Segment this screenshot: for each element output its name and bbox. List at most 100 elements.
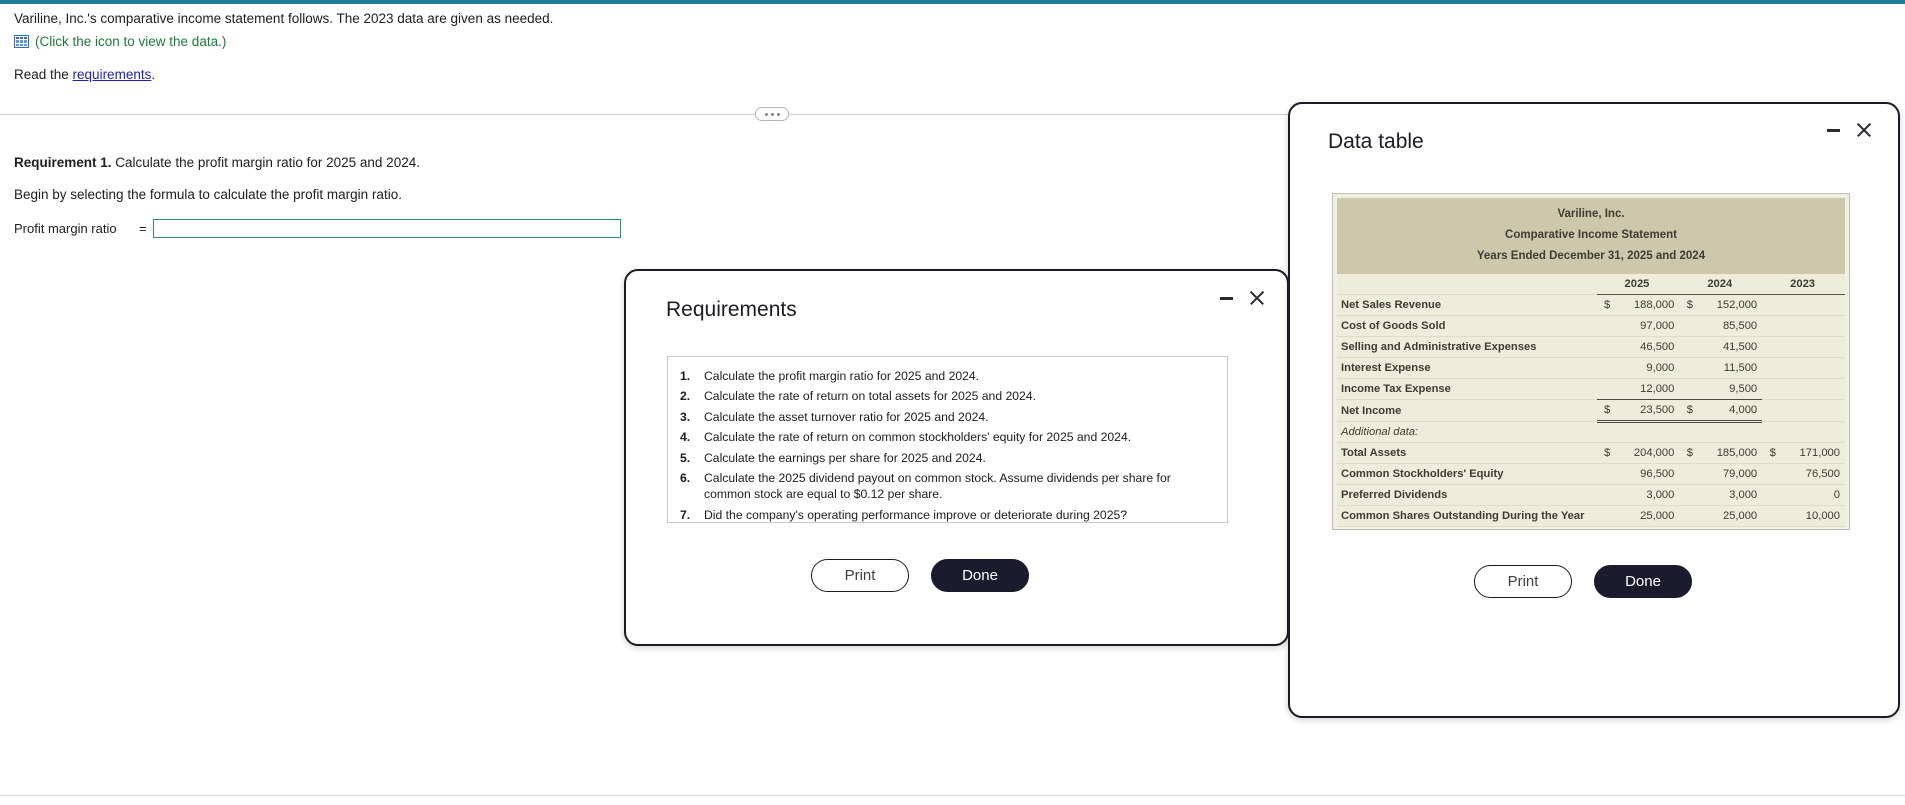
requirement-number-label: Requirement 1.: [14, 155, 112, 170]
close-icon[interactable]: [1855, 121, 1872, 138]
read-suffix-text: .: [151, 67, 156, 82]
value-2024: 9,500: [1695, 378, 1763, 400]
row-label: Additional data:: [1337, 421, 1597, 443]
value-2024: 185,000: [1695, 442, 1763, 464]
done-button[interactable]: Done: [1594, 565, 1692, 598]
currency-2023: [1762, 484, 1778, 506]
currency-2023: [1762, 294, 1778, 316]
list-item: 4. Calculate the rate of return on commo…: [680, 429, 1215, 445]
view-data-hint[interactable]: (Click the icon to view the data.): [35, 34, 226, 49]
problem-intro-text: Variline, Inc.'s comparative income stat…: [14, 11, 554, 26]
data-table-dialog-buttons: Print Done: [1474, 565, 1692, 598]
row-label: Net Income: [1337, 399, 1597, 422]
requirement-index: 7.: [680, 507, 691, 522]
currency-2023: [1762, 357, 1778, 379]
list-item: 1. Calculate the profit margin ratio for…: [680, 368, 1215, 384]
company-name: Variline, Inc.: [1557, 208, 1625, 220]
value-2024: [1695, 421, 1763, 443]
bottom-divider: [0, 795, 1905, 796]
minimize-icon[interactable]: [1219, 290, 1234, 305]
list-item: 3. Calculate the asset turnover ratio fo…: [680, 409, 1215, 425]
table-row: Cost of Goods Sold 97,000 85,500: [1337, 315, 1845, 337]
currency-2024: [1679, 421, 1696, 443]
top-accent-bar: [0, 0, 1905, 4]
value-2025: 204,000: [1612, 442, 1680, 464]
currency-2023: $: [1762, 442, 1778, 464]
currency-2025: [1596, 505, 1613, 527]
value-2025: 96,500: [1612, 463, 1680, 485]
value-2025: 23,500: [1612, 399, 1680, 423]
requirement-text: Calculate the rate of return on common s…: [704, 430, 1132, 445]
close-icon[interactable]: [1248, 289, 1265, 306]
value-2023: 0: [1777, 484, 1845, 506]
currency-2025: [1596, 484, 1613, 506]
table-row: Total Assets $ 204,000 $ 185,000 $ 171,0…: [1337, 442, 1845, 464]
value-2025: 9,000: [1612, 357, 1680, 379]
column-header-2025: 2025: [1596, 274, 1680, 295]
value-2023: [1777, 421, 1845, 443]
requirement-index: 2.: [680, 389, 691, 404]
row-label: Cost of Goods Sold: [1337, 315, 1597, 337]
splitter-drag-handle[interactable]: [755, 107, 789, 121]
data-table-dialog-title: Data table: [1328, 130, 1424, 153]
requirements-dialog-controls: [1219, 289, 1265, 306]
requirement-text: Did the company's operating performance …: [704, 507, 1128, 522]
row-label: Common Stockholders' Equity: [1337, 463, 1597, 485]
data-table-dialog: Data table Variline, Inc. Comparative In…: [1288, 102, 1900, 718]
handle-dot: [776, 112, 780, 116]
table-row: Additional data:: [1337, 421, 1845, 443]
currency-2023: [1762, 399, 1778, 422]
problem-statement: Variline, Inc.'s comparative income stat…: [14, 10, 1264, 82]
formula-entry-row: Profit margin ratio =: [14, 219, 914, 238]
requirements-dialog-buttons: Print Done: [811, 559, 1029, 592]
table-header-row: 2025 2024 2023: [1337, 274, 1845, 295]
table-grid-icon[interactable]: [14, 35, 29, 48]
table-row: Net Sales Revenue $ 188,000 $ 152,000: [1337, 294, 1845, 316]
value-2024: 85,500: [1695, 315, 1763, 337]
currency-2023: [1762, 421, 1778, 443]
requirements-link[interactable]: requirements: [73, 67, 152, 82]
currency-2025: $: [1596, 399, 1613, 423]
value-2024: 3,000: [1695, 484, 1763, 506]
value-2023: [1777, 336, 1845, 358]
value-2023: 76,500: [1777, 463, 1845, 485]
currency-2025: [1596, 421, 1613, 443]
profit-margin-formula-input[interactable]: [153, 219, 621, 238]
list-item: 5. Calculate the earnings per share for …: [680, 450, 1215, 466]
currency-2024: [1679, 484, 1696, 506]
print-button[interactable]: Print: [811, 559, 909, 592]
currency-2025: [1596, 336, 1613, 358]
minimize-icon[interactable]: [1826, 122, 1841, 137]
currency-2023: [1762, 336, 1778, 358]
currency-2023: [1762, 315, 1778, 337]
data-table-icon-row[interactable]: (Click the icon to view the data.): [14, 34, 1264, 49]
currency-2023: [1762, 463, 1778, 485]
requirement-index: 3.: [680, 409, 691, 424]
currency-2025: [1596, 315, 1613, 337]
requirement-heading: Requirement 1. Calculate the profit marg…: [14, 155, 914, 170]
row-label: Net Sales Revenue: [1337, 294, 1597, 316]
currency-2025: $: [1596, 442, 1613, 464]
value-2024: 4,000: [1695, 399, 1763, 423]
row-label: Interest Expense: [1337, 357, 1597, 379]
currency-2024: [1679, 336, 1696, 358]
equals-sign: =: [139, 221, 147, 236]
row-label: Preferred Dividends: [1337, 484, 1597, 506]
requirements-list-box: 1. Calculate the profit margin ratio for…: [667, 356, 1228, 523]
done-button[interactable]: Done: [931, 559, 1029, 592]
value-2023: [1777, 315, 1845, 337]
currency-2024: $: [1679, 294, 1696, 316]
income-statement-table: 2025 2024 2023 Net Sales Revenue $ 188,0…: [1337, 274, 1845, 527]
table-row: Income Tax Expense 12,000 9,500: [1337, 378, 1845, 400]
value-2023: 10,000: [1777, 505, 1845, 527]
table-row: Common Stockholders' Equity 96,500 79,00…: [1337, 463, 1845, 485]
value-2024: 41,500: [1695, 336, 1763, 358]
value-2025: 46,500: [1612, 336, 1680, 358]
table-row: Preferred Dividends 3,000 3,000 0: [1337, 484, 1845, 506]
currency-2024: $: [1679, 442, 1696, 464]
value-2024: 11,500: [1695, 357, 1763, 379]
print-button[interactable]: Print: [1474, 565, 1572, 598]
profit-margin-ratio-label: Profit margin ratio: [14, 221, 117, 236]
statement-name: Comparative Income Statement: [1505, 229, 1677, 241]
read-requirements-line: Read the requirements.: [14, 67, 1264, 82]
